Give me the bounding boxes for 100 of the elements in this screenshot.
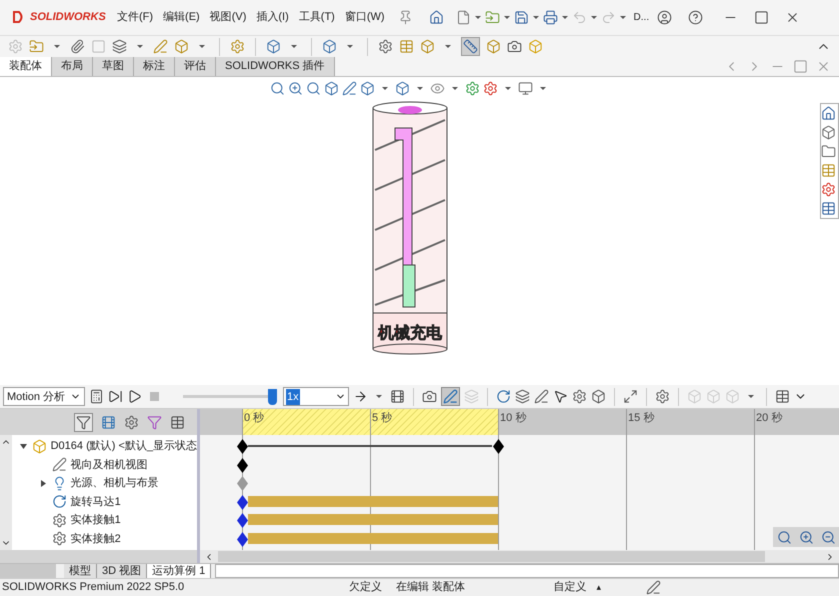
dropdown-caret-icon[interactable] (452, 86, 458, 90)
zoom-fit-icon[interactable] (270, 80, 285, 96)
study-tab[interactable]: 3D 视图 (97, 564, 148, 578)
dropdown-caret-icon[interactable] (474, 16, 481, 19)
maximize-icon[interactable] (754, 10, 770, 25)
menu-item[interactable]: 编辑(E) (158, 9, 205, 26)
dropdown-caret-icon[interactable] (748, 395, 754, 398)
dropdown-caret-icon[interactable] (199, 45, 205, 48)
play-from-start-icon[interactable] (108, 389, 123, 404)
units-caret[interactable]: ▴ (596, 580, 602, 594)
study-tab[interactable]: 运动算例 1 (147, 564, 212, 578)
tree-item[interactable]: 光源、相机与布景 (70, 475, 159, 492)
home-icon[interactable] (428, 10, 444, 25)
tree-item[interactable]: 实体接触2 (70, 530, 121, 548)
tree-item[interactable]: 视向及相机视图 (70, 456, 148, 474)
command-tab[interactable]: SOLIDWORKS 插件 (216, 56, 335, 76)
command-tab[interactable]: 草图 (93, 56, 134, 76)
menu-item[interactable]: 工具(T) (294, 9, 340, 26)
zoom-area-icon[interactable] (288, 80, 303, 96)
dropdown-caret-icon[interactable] (505, 86, 511, 90)
time-tick-label: 15 秒 (628, 411, 654, 426)
zoom-in-icon[interactable] (798, 530, 814, 545)
menu-item[interactable]: 视图(V) (204, 9, 252, 26)
dropdown-caret-icon[interactable] (137, 45, 143, 48)
new-file-icon[interactable] (456, 10, 471, 25)
tree-horizontal-scrollbar[interactable] (0, 550, 197, 564)
study-tab[interactable]: 模型 (64, 564, 97, 578)
folder-icon[interactable] (821, 144, 836, 159)
play-icon[interactable] (127, 389, 142, 404)
dropdown-caret-icon[interactable] (54, 45, 60, 48)
command-tab[interactable]: 标注 (134, 56, 175, 76)
component-icon[interactable] (174, 39, 189, 54)
study-type-dropdown[interactable]: Motion 分析 (3, 387, 85, 406)
keyframe-icon[interactable] (237, 439, 248, 454)
edit-mode-status: 在编辑 装配体 (396, 580, 466, 596)
help-icon[interactable] (688, 10, 704, 25)
menu-item[interactable]: 文件(F) (112, 9, 158, 26)
tree-scrollbar[interactable] (0, 435, 12, 550)
dropdown-caret-icon[interactable] (620, 16, 626, 19)
dropdown-caret-icon[interactable] (291, 45, 297, 48)
keyframe-icon[interactable] (237, 532, 248, 547)
expand-toggle-icon[interactable] (20, 442, 27, 450)
time-tick-label: 0 秒 (244, 411, 264, 426)
arrow-icon[interactable] (353, 389, 368, 404)
layout-icon[interactable] (775, 389, 790, 404)
user-icon[interactable] (657, 10, 672, 25)
menu-item[interactable]: 插入(I) (251, 9, 294, 26)
command-tab[interactable]: 布局 (52, 56, 93, 76)
table-icon[interactable] (399, 39, 414, 54)
filter-icon[interactable] (76, 414, 91, 430)
calculate-icon[interactable] (89, 389, 104, 404)
pin-icon[interactable] (398, 10, 413, 25)
zoom-fit-icon[interactable] (776, 530, 792, 545)
time-tick-label: 5 秒 (372, 411, 392, 426)
tree-item[interactable]: D0164 (默认) <默认_显示状态 (50, 438, 197, 455)
keyframe-icon[interactable] (237, 458, 248, 473)
expand-toggle-icon[interactable] (40, 480, 47, 487)
camera-icon[interactable] (507, 39, 522, 54)
ruler-icon[interactable] (463, 39, 478, 54)
dropdown-caret-icon[interactable] (532, 16, 539, 19)
dropdown-caret-icon[interactable] (562, 16, 568, 19)
dropdown-caret-icon[interactable] (590, 16, 597, 19)
dropdown-caret-icon[interactable] (376, 395, 382, 398)
dropdown-caret-icon[interactable] (347, 45, 353, 48)
model-label: 机械充电 (378, 324, 442, 342)
keyframe-icon[interactable] (237, 513, 248, 528)
time-tick-label: 10 秒 (500, 411, 526, 426)
open-folder-icon[interactable] (484, 10, 500, 25)
paperclip-icon[interactable] (70, 39, 85, 54)
time-tick-label: 20 秒 (756, 411, 782, 426)
tree-item[interactable]: 实体接触1 (70, 512, 121, 529)
settings-icon[interactable] (655, 389, 670, 404)
command-tab[interactable]: 装配体 (0, 56, 52, 76)
product-version: SOLIDWORKS Premium 2022 SP5.0 (2, 580, 184, 596)
print-icon[interactable] (542, 10, 558, 25)
filter-selected-icon[interactable] (147, 414, 162, 430)
menu-item[interactable]: 窗口(W) (340, 9, 390, 26)
save-icon[interactable] (514, 10, 529, 25)
dropdown-caret-icon[interactable] (445, 45, 451, 48)
dropdown-caret-icon[interactable] (417, 86, 423, 90)
keyframe-icon[interactable] (493, 439, 504, 454)
dropdown-caret-icon[interactable] (382, 86, 388, 90)
timeline-scrollbar[interactable] (200, 550, 839, 564)
app-logo: SOLIDWORKS (30, 10, 106, 26)
dropdown-caret-icon[interactable] (504, 16, 510, 19)
zoom-out-icon[interactable] (820, 530, 836, 545)
units-status[interactable]: 自定义 (553, 579, 586, 596)
command-tab[interactable]: 评估 (175, 56, 216, 76)
restore-icon[interactable] (793, 58, 808, 74)
monitor-icon[interactable] (518, 80, 533, 96)
keyframe-icon[interactable] (237, 494, 248, 510)
dropdown-caret-icon[interactable] (540, 86, 546, 90)
document-title: D... (634, 10, 650, 25)
slider-thumb[interactable] (268, 388, 277, 405)
eye-icon[interactable] (430, 80, 445, 96)
home-icon[interactable] (821, 106, 836, 121)
scrollbar-thumb[interactable] (218, 551, 765, 562)
tree-item[interactable]: 旋转马达1 (70, 494, 121, 510)
autokey-button[interactable] (441, 387, 460, 406)
speed-dropdown[interactable]: 1x (283, 387, 349, 406)
